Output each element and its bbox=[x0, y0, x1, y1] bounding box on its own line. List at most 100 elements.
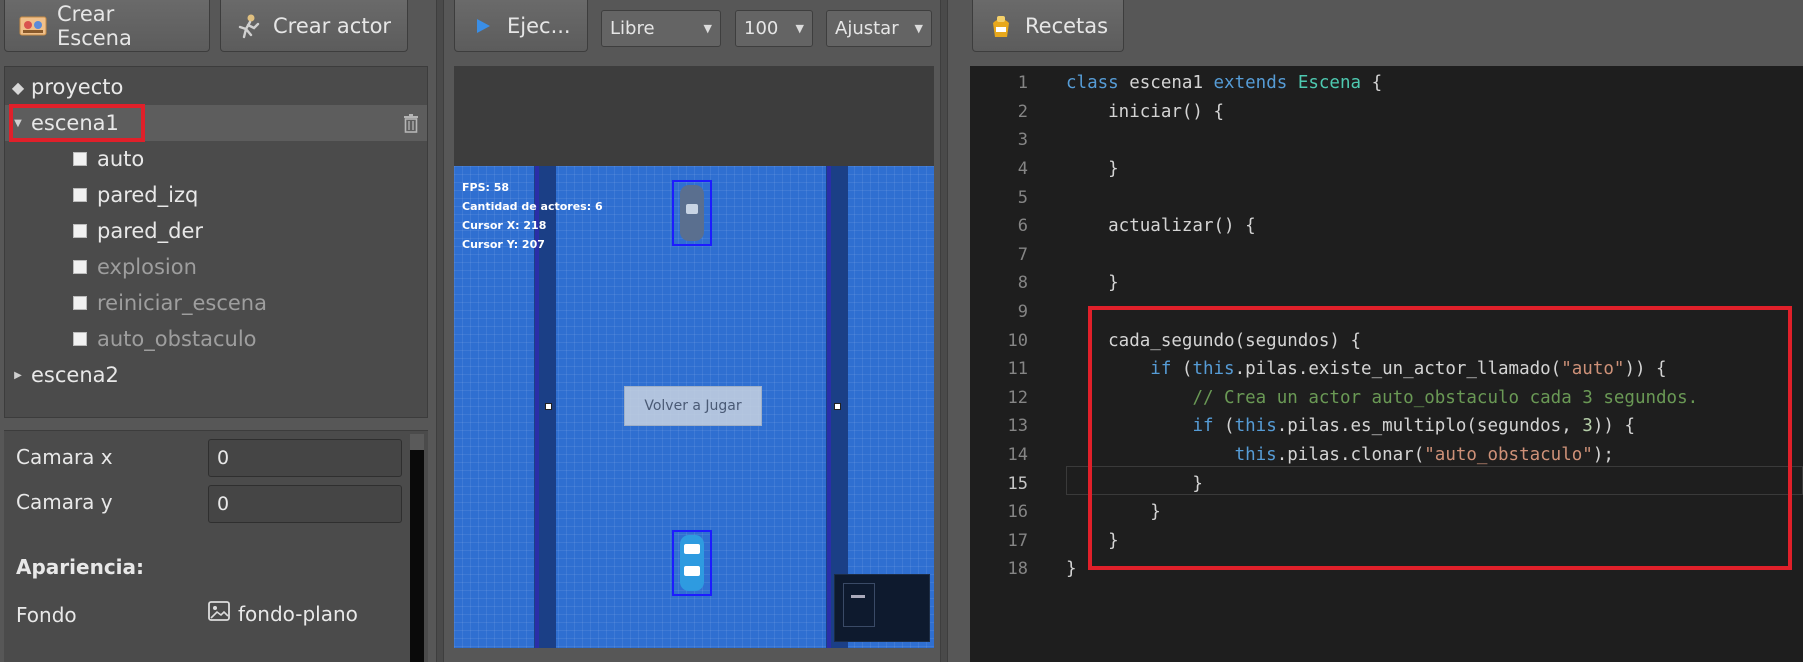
trash-icon[interactable] bbox=[403, 113, 419, 133]
camera-y-field[interactable]: 0 bbox=[208, 485, 402, 523]
actor-label: explosion bbox=[97, 255, 197, 279]
obstacle-car[interactable] bbox=[672, 180, 712, 246]
collapsed-arrow-icon: ▶ bbox=[14, 369, 22, 381]
debug-hud: FPS: 58 Cantidad de actores: 6 Cursor X:… bbox=[462, 178, 603, 254]
properties-scrollbar[interactable] bbox=[410, 450, 424, 662]
line-number: 16 bbox=[1007, 502, 1028, 523]
line-number: 8 bbox=[1017, 273, 1028, 294]
scene2-label: escena2 bbox=[31, 363, 119, 387]
run-label: Ejec... bbox=[507, 13, 571, 38]
scene-icon bbox=[19, 14, 47, 38]
actor-checkbox[interactable] bbox=[73, 224, 87, 238]
code-line: 8 } bbox=[970, 269, 1803, 298]
appearance-heading: Apariencia: bbox=[16, 555, 145, 579]
player-car[interactable] bbox=[672, 530, 712, 596]
fit-select[interactable]: Ajustar ▼ bbox=[826, 10, 932, 47]
actor-checkbox[interactable] bbox=[73, 188, 87, 202]
background-selector[interactable]: fondo-plano bbox=[208, 601, 358, 626]
game-canvas[interactable]: FPS: 58 Cantidad de actores: 6 Cursor X:… bbox=[454, 166, 934, 648]
create-scene-button[interactable]: Crear Escena bbox=[4, 0, 210, 52]
car-window bbox=[684, 544, 700, 554]
image-icon bbox=[208, 601, 230, 626]
splitter-right[interactable] bbox=[940, 0, 948, 662]
code-line: 5 bbox=[970, 183, 1803, 212]
scene-panel: Crear Escena Crear actor ◆ proyecto ▼ es… bbox=[0, 0, 436, 662]
actor-checkbox[interactable] bbox=[73, 260, 87, 274]
actor-count-readout: Cantidad de actores: 6 bbox=[462, 200, 603, 213]
actor-label: pared_izq bbox=[97, 183, 199, 207]
line-number: 9 bbox=[1017, 302, 1028, 323]
cursor-x-readout: Cursor X: 218 bbox=[462, 219, 547, 232]
camera-x-label: Camara x bbox=[16, 445, 113, 469]
chevron-down-icon: ▼ bbox=[703, 22, 712, 35]
actor-icon bbox=[235, 14, 263, 38]
tree-item-actor[interactable]: auto_obstaculo bbox=[5, 321, 427, 357]
line-number: 5 bbox=[1017, 187, 1028, 208]
mode-select[interactable]: Libre ▼ bbox=[601, 10, 721, 47]
line-number: 2 bbox=[1017, 101, 1028, 122]
play-icon bbox=[469, 14, 497, 38]
cursor-y-readout: Cursor Y: 207 bbox=[462, 238, 545, 251]
run-button[interactable]: Ejec... bbox=[454, 0, 588, 52]
line-number: 18 bbox=[1007, 559, 1028, 580]
car-window bbox=[686, 204, 698, 214]
mode-value: Libre bbox=[610, 18, 655, 39]
tree-item-escena2[interactable]: ▶ escena2 bbox=[5, 357, 427, 393]
code-line: 7 bbox=[970, 241, 1803, 270]
code-editor[interactable]: 1 class escena1 extends Escena { 2 inici… bbox=[970, 66, 1803, 662]
create-scene-label: Crear Escena bbox=[57, 1, 132, 50]
fit-value: Ajustar bbox=[835, 18, 899, 39]
play-again-label: Volver a Jugar bbox=[644, 398, 742, 414]
recipes-label: Recetas bbox=[1025, 13, 1109, 38]
car-window bbox=[684, 566, 700, 576]
line-number: 7 bbox=[1017, 244, 1028, 265]
diamond-icon: ◆ bbox=[11, 77, 25, 97]
actor-checkbox[interactable] bbox=[73, 152, 87, 166]
tree-item-actor[interactable]: auto bbox=[5, 141, 427, 177]
code-line: 6 actualizar() { bbox=[970, 212, 1803, 241]
selection-handle[interactable] bbox=[834, 403, 841, 410]
zoom-value: 100 bbox=[744, 18, 779, 39]
highlight-box-scene bbox=[9, 104, 145, 142]
chevron-down-icon: ▼ bbox=[914, 22, 923, 35]
line-number: 14 bbox=[1007, 445, 1028, 466]
background-label: Fondo bbox=[16, 603, 77, 627]
actor-label: auto bbox=[97, 147, 145, 171]
tree-item-actor[interactable]: pared_der bbox=[5, 213, 427, 249]
code-line: 1 class escena1 extends Escena { bbox=[970, 69, 1803, 98]
create-actor-button[interactable]: Crear actor bbox=[220, 0, 408, 52]
line-number: 15 bbox=[1007, 473, 1028, 494]
recipes-button[interactable]: Recetas bbox=[972, 0, 1124, 52]
app-root: Crear Escena Crear actor ◆ proyecto ▼ es… bbox=[0, 0, 1803, 662]
minimap-marker bbox=[851, 595, 865, 598]
create-actor-label: Crear actor bbox=[273, 13, 392, 38]
selection-handle[interactable] bbox=[545, 403, 552, 410]
line-number: 3 bbox=[1017, 130, 1028, 151]
right-wall-edge bbox=[827, 166, 831, 648]
actor-label: auto_obstaculo bbox=[97, 327, 257, 351]
fps-readout: FPS: 58 bbox=[462, 181, 510, 194]
actor-label: reiniciar_escena bbox=[97, 291, 267, 315]
camera-x-field[interactable]: 0 bbox=[208, 439, 402, 477]
play-again-button[interactable]: Volver a Jugar bbox=[624, 386, 762, 426]
tree-item-actor[interactable]: reiniciar_escena bbox=[5, 285, 427, 321]
tree-item-actor[interactable]: pared_izq bbox=[5, 177, 427, 213]
minimap bbox=[834, 574, 930, 642]
code-line: 4 } bbox=[970, 155, 1803, 184]
project-label: proyecto bbox=[31, 75, 124, 99]
actor-checkbox[interactable] bbox=[73, 296, 87, 310]
zoom-select[interactable]: 100 ▼ bbox=[735, 10, 813, 47]
minimap-viewport bbox=[843, 583, 875, 627]
code-line: 2 iniciar() { bbox=[970, 98, 1803, 127]
line-number: 17 bbox=[1007, 530, 1028, 551]
code-line: 3 bbox=[970, 126, 1803, 155]
tree-item-project[interactable]: ◆ proyecto bbox=[5, 69, 427, 105]
background-value: fondo-plano bbox=[238, 601, 358, 626]
splitter-left[interactable] bbox=[436, 0, 444, 662]
chevron-down-icon: ▼ bbox=[795, 22, 804, 35]
actor-checkbox[interactable] bbox=[73, 332, 87, 346]
tree-item-actor[interactable]: explosion bbox=[5, 249, 427, 285]
camera-y-label: Camara y bbox=[16, 490, 113, 514]
highlight-box-code bbox=[1088, 306, 1792, 570]
recipe-icon bbox=[987, 14, 1015, 38]
